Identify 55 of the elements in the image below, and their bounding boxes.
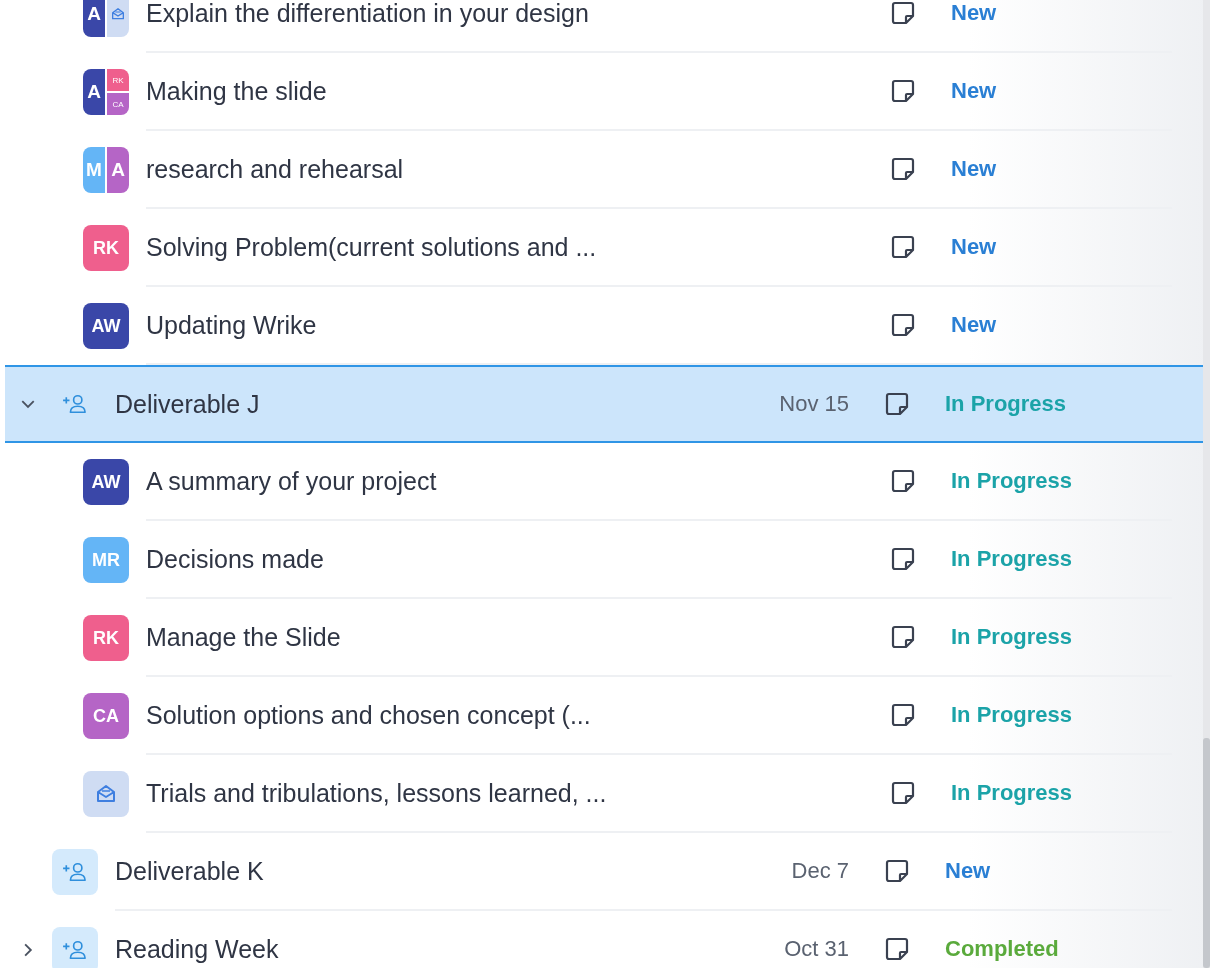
avatar: RK (83, 225, 129, 271)
task-title[interactable]: Solving Problem(current solutions and ... (146, 232, 890, 262)
avatar: A (107, 147, 129, 193)
status-label[interactable]: New (951, 156, 1172, 182)
task-title[interactable]: Updating Wrike (146, 310, 890, 340)
add-assignee-icon[interactable] (52, 927, 98, 968)
status-label[interactable]: New (951, 78, 1172, 104)
avatar: RK (107, 69, 129, 91)
due-date: Dec 7 (791, 858, 849, 884)
scrollbar[interactable] (1203, 0, 1210, 968)
note-icon[interactable] (890, 702, 916, 728)
group-row[interactable]: Deliverable K Dec 7 New (0, 833, 1203, 911)
avatar: AW (83, 303, 129, 349)
group-row[interactable]: Deliverable J Nov 15 In Progress (5, 365, 1203, 443)
note-icon[interactable] (884, 391, 910, 417)
note-icon[interactable] (890, 624, 916, 650)
avatar: A (83, 69, 105, 115)
task-title[interactable]: research and rehearsal (146, 154, 890, 184)
group-row[interactable]: Reading Week Oct 31 Completed (0, 911, 1203, 968)
note-icon[interactable] (890, 234, 916, 260)
note-icon[interactable] (890, 468, 916, 494)
scrollbar-thumb[interactable] (1203, 738, 1210, 968)
note-icon[interactable] (884, 858, 910, 884)
status-label[interactable]: New (945, 858, 1172, 884)
group-title[interactable]: Reading Week (115, 934, 785, 964)
add-assignee-icon[interactable] (52, 849, 98, 895)
task-title[interactable]: Solution options and chosen concept (... (146, 700, 890, 730)
task-title[interactable]: Trials and tribulations, lessons learned, ... (146, 778, 890, 808)
note-icon[interactable] (890, 0, 916, 26)
due-date: Oct 31 (784, 936, 849, 962)
task-title[interactable]: Explain the differentiation in your design (146, 0, 890, 28)
task-title[interactable]: Manage the Slide (146, 622, 890, 652)
avatar: A (83, 0, 105, 37)
group-title[interactable]: Deliverable J (115, 389, 780, 419)
task-title[interactable]: Decisions made (146, 544, 890, 574)
task-title[interactable]: A summary of your project (146, 466, 890, 496)
note-icon[interactable] (884, 936, 910, 962)
status-label[interactable]: New (951, 312, 1172, 338)
envelope-icon (110, 6, 126, 22)
avatar: RK (83, 615, 129, 661)
status-label[interactable]: New (951, 0, 1172, 26)
status-label[interactable]: New (951, 234, 1172, 260)
note-icon[interactable] (890, 780, 916, 806)
avatar: AW (83, 459, 129, 505)
note-icon[interactable] (890, 312, 916, 338)
note-icon[interactable] (890, 78, 916, 104)
avatar: CA (107, 93, 129, 115)
avatar: M (83, 147, 105, 193)
avatar: MR (83, 537, 129, 583)
task-title[interactable]: Making the slide (146, 76, 890, 106)
avatar: CA (83, 693, 129, 739)
note-icon[interactable] (890, 546, 916, 572)
note-icon[interactable] (890, 156, 916, 182)
group-title[interactable]: Deliverable K (115, 856, 792, 886)
due-date: Nov 15 (779, 391, 849, 417)
